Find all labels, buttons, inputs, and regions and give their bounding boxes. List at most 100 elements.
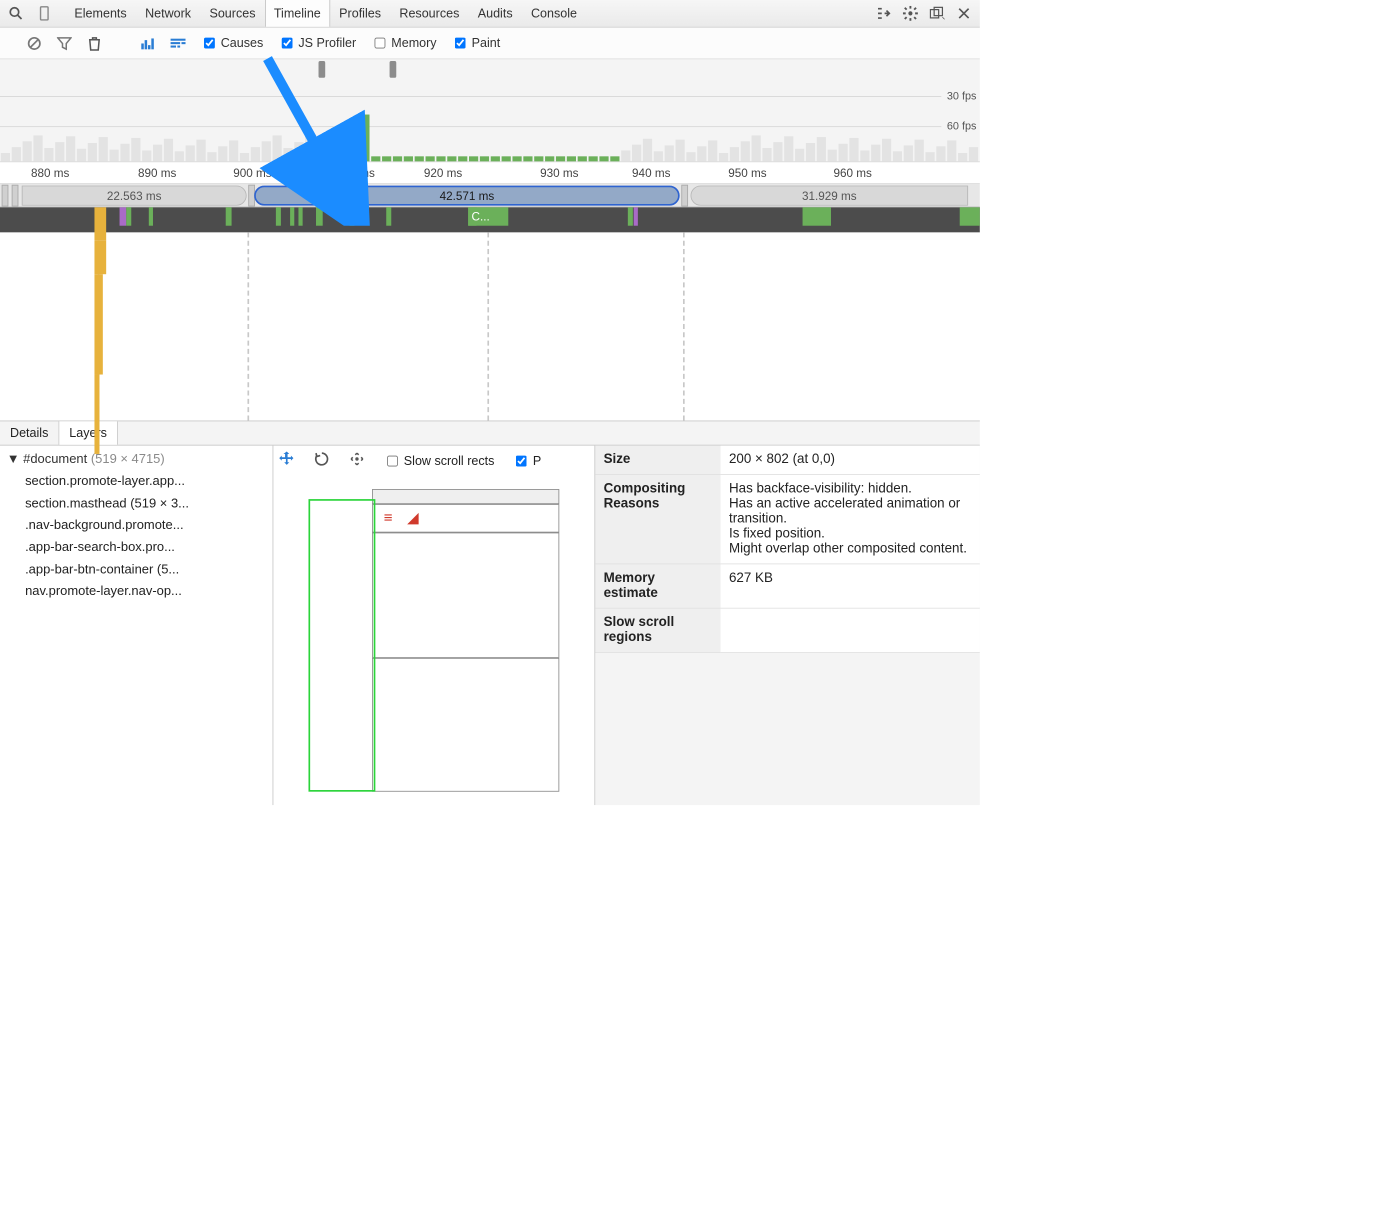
panel-tab-elements[interactable]: Elements	[65, 0, 136, 27]
frame-pill[interactable]: 22.563 ms	[22, 186, 247, 206]
flame-event[interactable]	[298, 207, 302, 225]
layer-tree-item[interactable]: nav.promote-layer.nav-op...	[25, 581, 266, 603]
jsprofiler-checkbox[interactable]: JS Profiler	[278, 35, 356, 51]
ruler-tick: ms	[359, 166, 375, 179]
layer-tree-item[interactable]: .app-bar-btn-container (5...	[25, 559, 266, 581]
overview-range-handle-left[interactable]	[319, 61, 326, 78]
tab-details[interactable]: Details	[0, 421, 59, 444]
flame-chart[interactable]: C...	[0, 232, 980, 420]
tab-layers[interactable]: Layers	[59, 421, 118, 444]
causes-checkbox[interactable]: Causes	[201, 35, 264, 51]
memory-checkbox[interactable]: Memory	[371, 35, 436, 51]
layerbox[interactable]	[372, 533, 559, 658]
paint-label: Paint	[472, 36, 501, 50]
flame-event[interactable]	[120, 207, 127, 225]
prop-row-slow-scroll: Slow scroll regions	[595, 608, 980, 652]
panel-tab-sources[interactable]: Sources	[200, 0, 264, 27]
ruler-tick: 880 ms	[31, 166, 69, 179]
flame-scripting-block[interactable]	[94, 375, 99, 454]
flame-event[interactable]	[803, 207, 831, 225]
layer-tree-item[interactable]: section.promote-layer.app...	[25, 471, 266, 493]
flame-event[interactable]	[634, 207, 638, 225]
flame-event[interactable]	[126, 207, 131, 225]
search-icon[interactable]	[8, 6, 23, 21]
flame-mode-icon[interactable]	[171, 36, 186, 51]
flame-event[interactable]	[386, 207, 391, 225]
bottom-tabs: Details Layers	[0, 421, 980, 446]
panel-tab-console[interactable]: Console	[522, 0, 586, 27]
memory-label: Memory	[391, 36, 436, 50]
panel-tab-timeline[interactable]: Timeline	[265, 0, 330, 27]
layer-tree-root[interactable]: ▼ #document (519 × 4715)	[7, 449, 266, 471]
paint-marker-icon: ◢	[407, 509, 419, 527]
frame-strip[interactable]: 22.563 ms 42.571 ms 31.929 ms	[0, 184, 980, 207]
ruler-tick: 890 ms	[138, 166, 176, 179]
pan-mode-icon[interactable]	[278, 451, 295, 471]
layer-tree-item[interactable]: .nav-background.promote...	[25, 515, 266, 537]
ruler-tick: 930 ms	[540, 166, 578, 179]
layer-3d-viewer[interactable]: Slow scroll rects P ≡ ◢	[273, 446, 595, 805]
panel-tab-network[interactable]: Network	[136, 0, 200, 27]
frame-pill[interactable]: 31.929 ms	[691, 186, 969, 206]
frame-pill[interactable]: 42.571 ms	[254, 186, 680, 206]
frame-pill-handle[interactable]	[12, 185, 19, 207]
flame-event[interactable]	[226, 207, 232, 225]
drawer-toggle-icon[interactable]	[876, 6, 891, 21]
fps-overview[interactable]: 30 fps 60 fps	[0, 59, 980, 162]
ruler-tick: 960 ms	[834, 166, 872, 179]
layerbox[interactable]	[372, 489, 559, 504]
ruler-tick: 920 ms	[424, 166, 462, 179]
rotate-mode-icon[interactable]	[314, 451, 331, 471]
frame-pill-handle[interactable]	[2, 185, 9, 207]
flame-scripting-block[interactable]	[94, 241, 106, 274]
prop-row-size: Size 200 × 802 (at 0,0)	[595, 446, 980, 475]
panel-tab-resources[interactable]: Resources	[390, 0, 468, 27]
barchart-mode-icon[interactable]	[140, 36, 155, 51]
layer-properties: Size 200 × 802 (at 0,0) Compositing Reas…	[595, 446, 980, 805]
layer-extra-checkbox[interactable]: P	[513, 453, 541, 469]
flame-event[interactable]	[316, 207, 323, 225]
device-icon[interactable]	[37, 6, 52, 21]
layerbox[interactable]	[372, 658, 559, 792]
time-ruler: 880 ms 890 ms 900 ms ms 920 ms 930 ms 940 ms 9…	[0, 162, 980, 184]
layer-tree-item[interactable]: section.masthead (519 × 3...	[25, 493, 266, 515]
flame-event[interactable]	[960, 207, 980, 225]
garbage-collect-icon[interactable]	[87, 36, 102, 51]
flame-event[interactable]	[349, 207, 354, 225]
close-icon[interactable]	[956, 6, 971, 21]
layerbox[interactable]	[372, 504, 559, 532]
slow-scroll-rects-checkbox[interactable]: Slow scroll rects	[384, 453, 495, 469]
frame-pill-handle[interactable]	[681, 185, 688, 207]
jsprofiler-label: JS Profiler	[298, 36, 356, 50]
prop-row-memory: Memory estimate 627 KB	[595, 564, 980, 608]
layer-tree[interactable]: ▼ #document (519 × 4715) section.promote…	[0, 446, 273, 805]
flame-event[interactable]	[149, 207, 153, 225]
flame-event[interactable]	[290, 207, 294, 225]
layers-panel: ▼ #document (519 × 4715) section.promote…	[0, 446, 980, 805]
reset-view-icon[interactable]	[349, 451, 366, 471]
clear-button[interactable]	[27, 36, 42, 51]
prop-row-compositing: Compositing Reasons Has backface-visibil…	[595, 474, 980, 563]
devtools-panel-tabs: ElementsNetworkSourcesTimelineProfilesRe…	[65, 0, 586, 27]
panel-tab-audits[interactable]: Audits	[469, 0, 522, 27]
flame-event-label[interactable]: C...	[468, 207, 508, 225]
filter-icon[interactable]	[57, 36, 72, 51]
panel-tab-profiles[interactable]: Profiles	[330, 0, 390, 27]
dock-icon[interactable]	[930, 6, 945, 21]
paint-checkbox[interactable]: Paint	[452, 35, 501, 51]
devtools-top-bar: ElementsNetworkSourcesTimelineProfilesRe…	[0, 0, 980, 28]
selected-layer-outline[interactable]	[308, 499, 375, 792]
timeline-toolbar: Causes JS Profiler Memory Paint	[0, 28, 980, 60]
ruler-tick: 950 ms	[728, 166, 766, 179]
flame-scripting-block[interactable]	[94, 207, 106, 240]
ruler-tick: 940 ms	[632, 166, 670, 179]
flame-event[interactable]	[276, 207, 281, 225]
ruler-tick: 900 ms	[233, 166, 271, 179]
layer-tree-item[interactable]: .app-bar-search-box.pro...	[25, 537, 266, 559]
overview-range-handle-right[interactable]	[390, 61, 397, 78]
flame-scripting-block[interactable]	[94, 274, 102, 374]
settings-gear-icon[interactable]	[903, 6, 918, 21]
causes-label: Causes	[221, 36, 264, 50]
hamburger-icon: ≡	[384, 509, 393, 527]
flame-event[interactable]	[628, 207, 633, 225]
